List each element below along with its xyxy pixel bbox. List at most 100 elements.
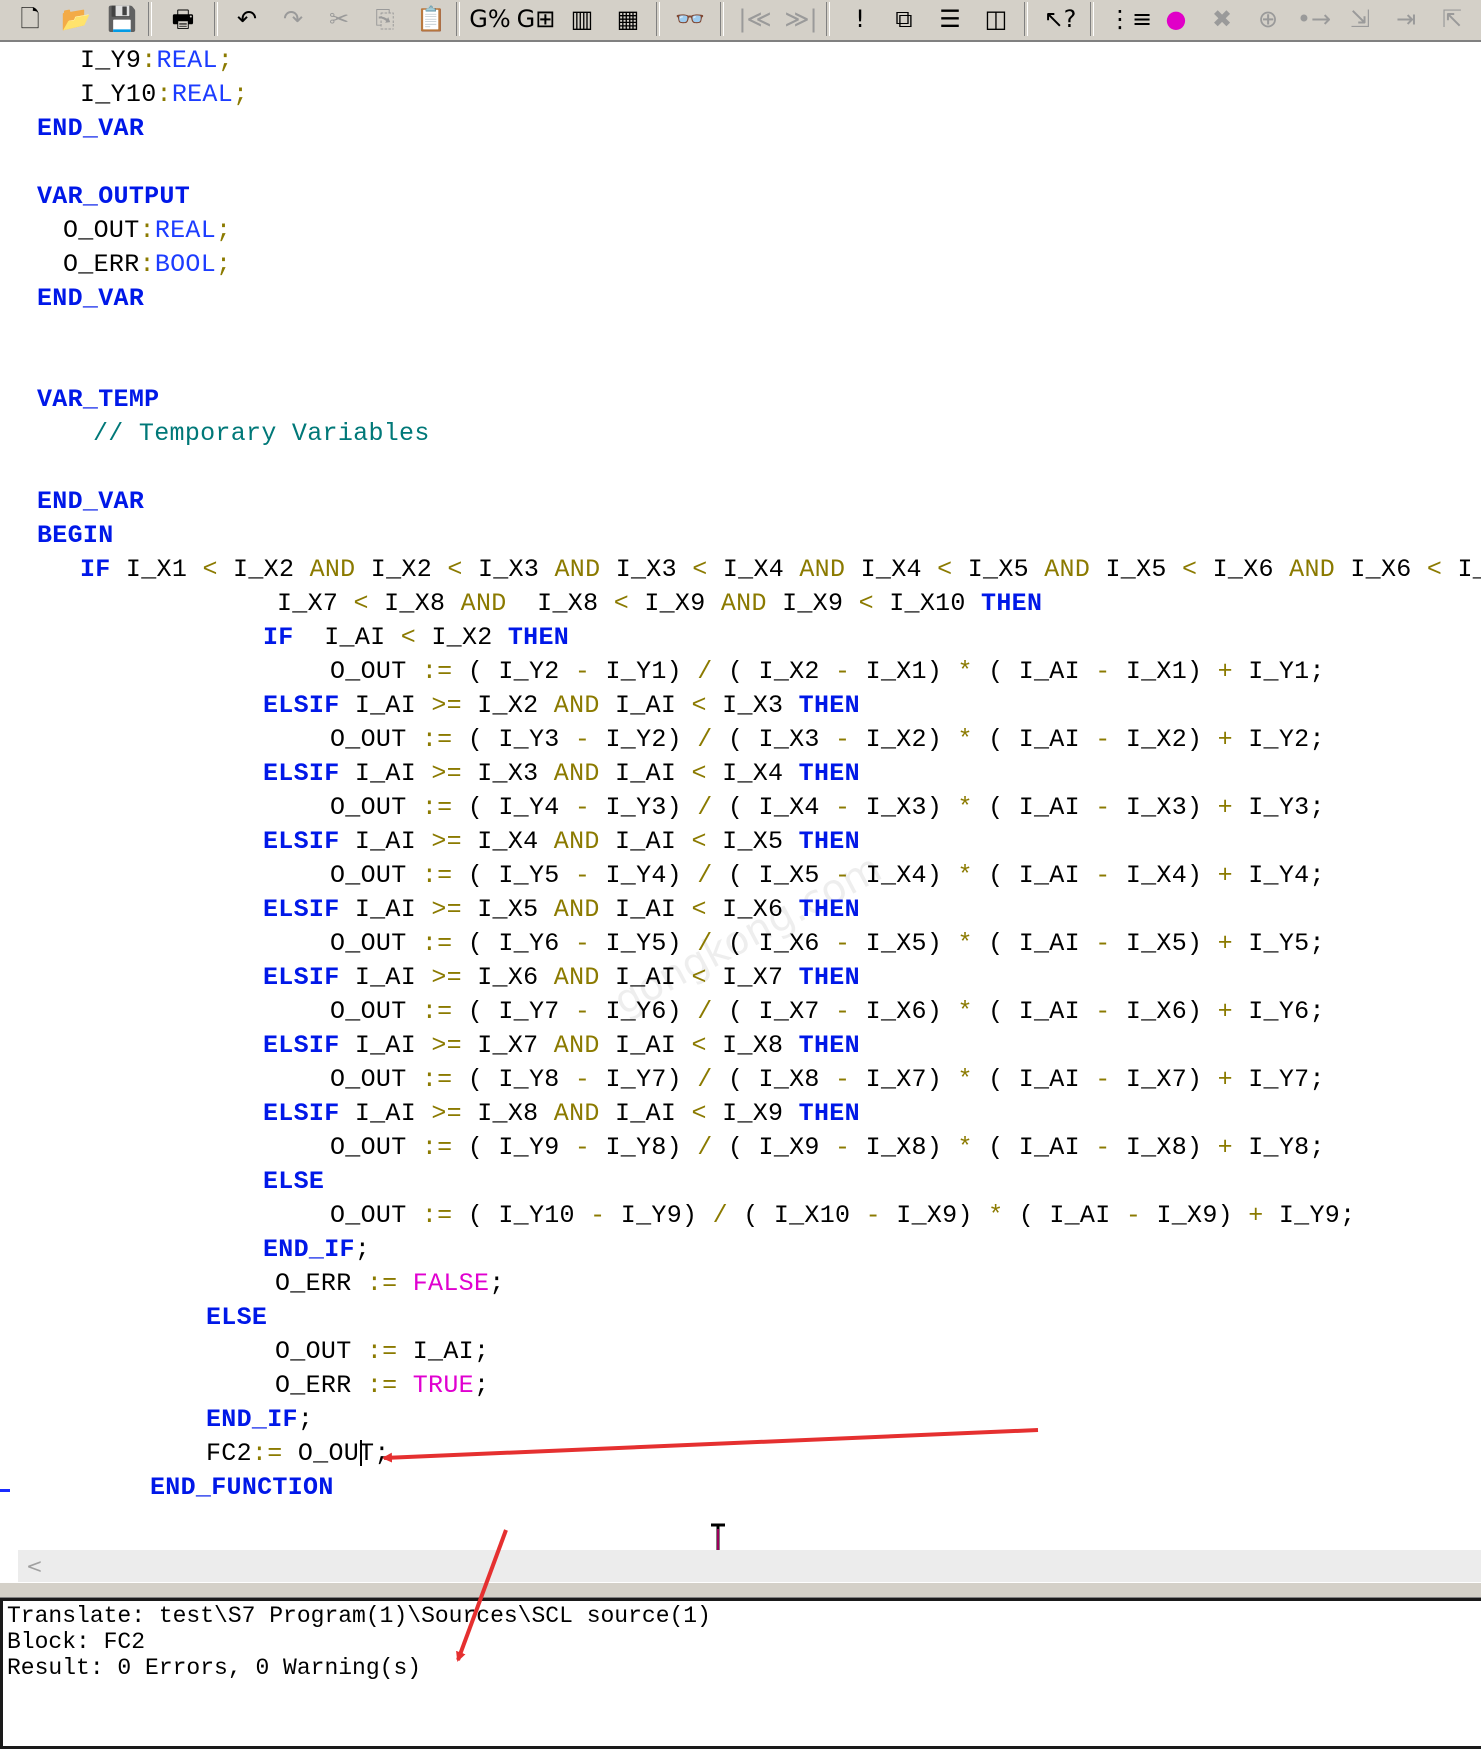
code-line[interactable]: O_ERR := FALSE;: [275, 1267, 505, 1301]
code-line[interactable]: BEGIN: [37, 519, 114, 553]
compile-icon[interactable]: ▥: [562, 0, 602, 38]
code-line[interactable]: O_ERR := TRUE;: [275, 1369, 489, 1403]
code-line[interactable]: ELSE: [206, 1301, 267, 1335]
code-token: I_X9: [766, 589, 859, 618]
cut-icon[interactable]: ✂: [319, 0, 359, 38]
code-line[interactable]: ELSIF I_AI >= I_X2 AND I_AI < I_X3 THEN: [263, 689, 860, 723]
code-token: ;: [354, 1235, 371, 1264]
code-line[interactable]: IF I_X1 < I_X2 AND I_X2 < I_X3 AND I_X3 …: [80, 553, 1481, 587]
horizontal-scrollbar[interactable]: <: [18, 1550, 1481, 1582]
open-folder-icon[interactable]: 📂: [56, 0, 96, 38]
code-line[interactable]: O_OUT := ( I_Y4 - I_Y3) / ( I_X4 - I_X3)…: [330, 791, 1325, 825]
code-line[interactable]: ELSIF I_AI >= I_X6 AND I_AI < I_X7 THEN: [263, 961, 860, 995]
code-line[interactable]: ELSIF I_AI >= I_X3 AND I_AI < I_X4 THEN: [263, 757, 860, 791]
code-line[interactable]: END_IF;: [263, 1233, 370, 1267]
operator-token: -: [590, 1201, 606, 1230]
operator-token: -: [1095, 1065, 1111, 1094]
tile-vertical-icon[interactable]: ◫: [976, 0, 1016, 38]
step-forward-icon[interactable]: ≫|: [781, 0, 821, 38]
operator-token: *: [957, 861, 973, 890]
print-icon[interactable]: 🖶: [163, 0, 203, 38]
output-pane[interactable]: Translate: test\S7 Program(1)\Sources\SC…: [0, 1598, 1481, 1749]
code-line[interactable]: O_OUT := ( I_Y6 - I_Y5) / ( I_X6 - I_X5)…: [330, 927, 1325, 961]
code-line[interactable]: ELSIF I_AI >= I_X8 AND I_AI < I_X9 THEN: [263, 1097, 860, 1131]
run-icon[interactable]: !: [840, 0, 880, 38]
redo-icon[interactable]: ↷: [273, 0, 313, 38]
save-icon[interactable]: 💾: [102, 0, 142, 38]
code-line[interactable]: I_Y10:REAL;: [80, 78, 248, 112]
code-token: ( I_Y2: [452, 657, 575, 686]
operator-token: <: [691, 963, 707, 992]
next-statement-icon[interactable]: •→: [1294, 0, 1334, 38]
toolbar-separator: [1090, 2, 1094, 36]
pane-splitter[interactable]: [0, 1582, 1481, 1598]
code-line[interactable]: VAR_OUTPUT: [37, 180, 190, 214]
code-token: I_X8: [368, 589, 461, 618]
activate-breakpoints-icon[interactable]: ⊕: [1248, 0, 1288, 38]
code-line[interactable]: END_FUNCTION: [150, 1471, 334, 1505]
code-line[interactable]: FC2:= O_OUT;: [206, 1437, 390, 1471]
code-line[interactable]: END_VAR: [37, 282, 144, 316]
code-line[interactable]: O_OUT := ( I_Y10 - I_Y9) / ( I_X10 - I_X…: [330, 1199, 1355, 1233]
step-into-icon[interactable]: ⇲: [1340, 0, 1380, 38]
operator-token: :=: [366, 1269, 398, 1298]
operator-token: <: [691, 1031, 707, 1060]
tile-horizontal-icon[interactable]: ☰: [930, 0, 970, 38]
goto-block-icon[interactable]: G⊞: [516, 0, 556, 38]
code-line[interactable]: O_OUT:REAL;: [63, 214, 231, 248]
code-line[interactable]: ELSIF I_AI >= I_X5 AND I_AI < I_X6 THEN: [263, 893, 860, 927]
code-line[interactable]: IF I_AI < I_X2 THEN: [263, 621, 569, 655]
code-line[interactable]: I_Y9:REAL;: [80, 44, 233, 78]
code-token: ;: [473, 1371, 490, 1400]
continue-to-cursor-icon[interactable]: ⇱: [1432, 0, 1472, 38]
code-line[interactable]: END_VAR: [37, 112, 144, 146]
monitor-icon[interactable]: 👓: [670, 0, 710, 38]
operator-token: /: [697, 657, 713, 686]
operator-token: >=: [431, 759, 462, 788]
undo-icon[interactable]: ↶: [227, 0, 267, 38]
code-line[interactable]: O_OUT := ( I_Y5 - I_Y4) / ( I_X5 - I_X4)…: [330, 859, 1325, 893]
download-icon[interactable]: ▦: [608, 0, 648, 38]
breakpoint-icon[interactable]: ●: [1156, 0, 1196, 38]
code-line[interactable]: O_ERR:BOOL;: [63, 248, 231, 282]
paste-icon[interactable]: 📋: [411, 0, 451, 38]
cascade-windows-icon[interactable]: ⧉: [884, 0, 924, 38]
code-line[interactable]: // Temporary Variables: [93, 417, 430, 451]
operator-token: AND: [553, 1099, 600, 1128]
context-help-icon[interactable]: ↖?: [1040, 0, 1080, 38]
code-token: I_Y2): [590, 725, 698, 754]
keyword-token: ELSE: [206, 1303, 268, 1332]
copy-icon[interactable]: ⎘: [365, 0, 405, 38]
output-block-line: Block: FC2: [7, 1629, 146, 1655]
code-line[interactable]: ELSIF I_AI >= I_X7 AND I_AI < I_X8 THEN: [263, 1029, 860, 1063]
operator-token: +: [1217, 861, 1233, 890]
code-line[interactable]: O_OUT := ( I_Y3 - I_Y2) / ( I_X3 - I_X2)…: [330, 723, 1325, 757]
code-editor[interactable]: gongkong.com I_Y9:REAL; I_Y10:REAL; END_VA…: [0, 42, 1481, 1550]
operator-token: *: [957, 929, 973, 958]
operator-token: -: [835, 657, 851, 686]
code-line[interactable]: END_VAR: [37, 485, 144, 519]
code-line[interactable]: O_OUT := I_AI;: [275, 1335, 489, 1369]
code-token: O_ERR: [63, 250, 140, 279]
scroll-left-icon[interactable]: <: [26, 1550, 43, 1582]
goto-line-icon[interactable]: G%: [469, 0, 510, 38]
keyword-token: ELSIF: [263, 895, 340, 924]
code-line[interactable]: VAR_TEMP: [37, 383, 159, 417]
operator-token: *: [957, 997, 973, 1026]
code-line[interactable]: O_OUT := ( I_Y8 - I_Y7) / ( I_X8 - I_X7)…: [330, 1063, 1325, 1097]
delete-breakpoints-icon[interactable]: ✖: [1202, 0, 1242, 38]
code-line[interactable]: I_X7 < I_X8 AND I_X8 < I_X9 AND I_X9 < I…: [277, 587, 1042, 621]
code-line[interactable]: O_OUT := ( I_Y9 - I_Y8) / ( I_X9 - I_X8)…: [330, 1131, 1325, 1165]
code-line[interactable]: O_OUT := ( I_Y2 - I_Y1) / ( I_X2 - I_X1)…: [330, 655, 1325, 689]
step-out-icon[interactable]: ⇥: [1386, 0, 1426, 38]
code-line[interactable]: ELSIF I_AI >= I_X4 AND I_AI < I_X5 THEN: [263, 825, 860, 859]
step-back-icon[interactable]: |≪: [735, 0, 775, 38]
code-line[interactable]: END_IF;: [206, 1403, 313, 1437]
breakpoint-list-icon[interactable]: ⋮≡: [1108, 0, 1152, 38]
keyword-token: THEN: [798, 827, 860, 856]
code-line[interactable]: ELSE: [263, 1165, 324, 1199]
code-line[interactable]: O_OUT := ( I_Y7 - I_Y6) / ( I_X7 - I_X6)…: [330, 995, 1325, 1029]
new-file-icon[interactable]: 🗋: [10, 0, 50, 38]
operator-token: <: [353, 589, 369, 618]
operator-token: -: [574, 997, 591, 1026]
